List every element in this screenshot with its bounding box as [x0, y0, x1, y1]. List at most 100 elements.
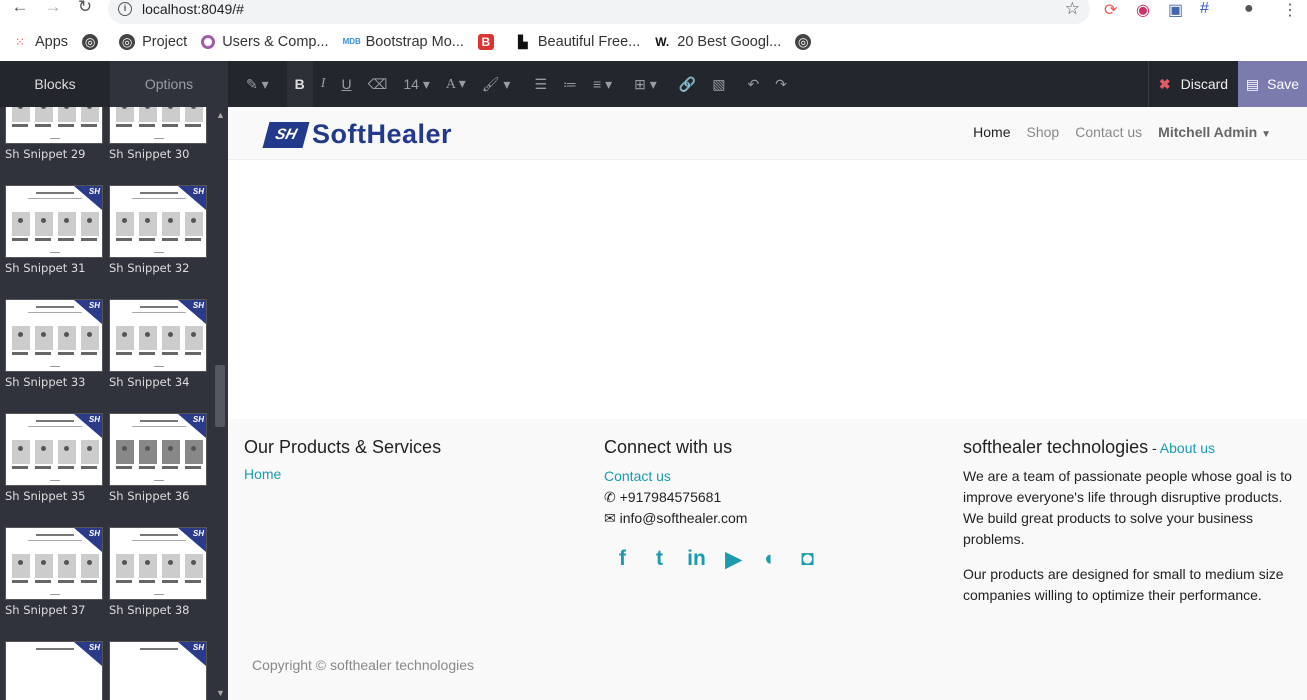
- profile-icon[interactable]: ●: [1244, 0, 1254, 18]
- about-paragraph-2: Our products are designed for small to m…: [963, 566, 1284, 603]
- snippet-item[interactable]: SH Sh Snippet 30: [109, 107, 209, 161]
- bookmark-bootstrap[interactable]: MDB Bootstrap Mo...: [343, 34, 464, 50]
- snippet-thumbnail[interactable]: SH: [5, 413, 103, 486]
- color-picker-icon[interactable]: ◉: [1136, 0, 1150, 20]
- logo-mark: SH: [262, 121, 310, 148]
- snippet-item[interactable]: SH Sh Snippet 31: [5, 185, 105, 275]
- reload-icon[interactable]: ↻: [70, 0, 100, 17]
- scroll-up-icon[interactable]: ▲: [216, 110, 225, 120]
- ordered-list-icon[interactable]: ≔: [563, 76, 577, 93]
- font-size-dropdown[interactable]: 14 ▾: [403, 76, 430, 93]
- font-color-dropdown[interactable]: A ▾: [446, 76, 466, 93]
- back-icon[interactable]: ←: [5, 0, 35, 17]
- bookmark-globe-2[interactable]: ◎: [795, 34, 818, 50]
- globe-icon: ◎: [119, 34, 136, 50]
- address-bar[interactable]: i localhost:8049/# ☆: [108, 0, 1090, 24]
- bold-button[interactable]: B: [286, 61, 313, 107]
- snippet-thumbnail[interactable]: SH: [109, 527, 207, 600]
- unordered-list-icon[interactable]: ☰: [534, 76, 547, 93]
- snippet-item[interactable]: SH: [109, 641, 209, 700]
- snippet-thumbnail[interactable]: SH: [109, 413, 207, 486]
- snippet-item[interactable]: SH Sh Snippet 36: [109, 413, 209, 503]
- snippet-thumbnail[interactable]: SH: [109, 107, 207, 144]
- tab-blocks[interactable]: Blocks: [0, 61, 110, 107]
- caret-down-icon: ▼: [1261, 129, 1271, 140]
- youtube-icon[interactable]: ▶: [715, 547, 752, 573]
- snippet-item[interactable]: SH: [5, 641, 105, 700]
- scroll-down-icon[interactable]: ▼: [216, 688, 225, 698]
- snippet-label: Sh Snippet 31: [5, 261, 86, 275]
- snippet-thumbnail[interactable]: SH: [5, 185, 103, 258]
- snippet-thumbnail[interactable]: SH: [5, 299, 103, 372]
- instagram-icon[interactable]: ◘: [789, 547, 826, 573]
- snippet-thumbnail[interactable]: SH: [5, 641, 103, 700]
- menu-icon[interactable]: ⋮: [1282, 0, 1298, 20]
- w-icon: W.: [655, 35, 670, 49]
- snippet-item[interactable]: SH Sh Snippet 37: [5, 527, 105, 617]
- undo-icon[interactable]: ↶: [747, 76, 759, 93]
- footer-connect: Connect with us Contact us ✆ +9179845756…: [604, 437, 934, 573]
- contact-link[interactable]: Contact us: [604, 468, 671, 484]
- bookmark-project[interactable]: ◎ Project: [119, 34, 187, 50]
- snippet-item[interactable]: SH Sh Snippet 34: [109, 299, 209, 389]
- grid-icon[interactable]: #: [1200, 0, 1209, 18]
- snippet-item[interactable]: SH Sh Snippet 29: [5, 107, 105, 161]
- snippet-item[interactable]: SH Sh Snippet 33: [5, 299, 105, 389]
- tab-options[interactable]: Options: [110, 61, 228, 107]
- bookmark-unsplash[interactable]: ▙ Beautiful Free...: [515, 34, 640, 50]
- globe-icon: ◎: [795, 34, 812, 50]
- browser-toolbar: ← → ↻ i localhost:8049/# ☆ ⟳ ◉ ▣ # ● ⋮: [0, 0, 1307, 24]
- logo-text: SoftHealer: [312, 119, 453, 149]
- discard-button[interactable]: ✖ Discard: [1148, 61, 1238, 107]
- redo-icon[interactable]: ↷: [775, 76, 787, 93]
- phone-number: +917984575681: [619, 489, 722, 505]
- forward-icon[interactable]: →: [38, 0, 68, 17]
- star-icon[interactable]: ☆: [1065, 0, 1080, 19]
- twitter-icon[interactable]: t: [641, 547, 678, 573]
- snippet-item[interactable]: SH Sh Snippet 35: [5, 413, 105, 503]
- snippet-thumbnail[interactable]: SH: [5, 107, 103, 144]
- brush-icon[interactable]: 🖌 ▾: [482, 76, 511, 93]
- snippet-item[interactable]: SH Sh Snippet 38: [109, 527, 209, 617]
- screen-icon[interactable]: ▣: [1168, 0, 1183, 20]
- snippet-label: Sh Snippet 33: [5, 375, 86, 389]
- products-home-link[interactable]: Home: [244, 466, 281, 482]
- italic-button[interactable]: I: [321, 76, 326, 92]
- brand-logo[interactable]: SH SoftHealer: [262, 119, 453, 150]
- bookmark-beautiful[interactable]: B: [477, 34, 501, 50]
- bookmark-google-fonts[interactable]: W. 20 Best Googl...: [654, 34, 781, 50]
- facebook-icon[interactable]: f: [604, 547, 641, 573]
- connect-title: Connect with us: [604, 437, 733, 457]
- bookmark-users[interactable]: Users & Comp...: [201, 34, 329, 50]
- info-icon[interactable]: i: [118, 2, 132, 16]
- snippet-item[interactable]: SH Sh Snippet 32: [109, 185, 209, 275]
- bookmark-globe[interactable]: ◎: [82, 34, 105, 50]
- about-link[interactable]: About us: [1160, 440, 1215, 456]
- magic-wand-icon[interactable]: ✎ ▾: [246, 76, 269, 93]
- url-text: localhost:8049/#: [142, 1, 244, 17]
- github-icon[interactable]: ◐: [752, 547, 789, 573]
- odoo-icon: [201, 35, 216, 49]
- snippet-thumbnail[interactable]: SH: [109, 185, 207, 258]
- save-button[interactable]: ▤ Save: [1238, 61, 1307, 107]
- snippet-thumbnail[interactable]: SH: [109, 299, 207, 372]
- align-dropdown[interactable]: ≡ ▾: [593, 76, 612, 93]
- main-menu: Home Shop Contact us Mitchell Admin ▼: [957, 124, 1271, 140]
- menu-contact[interactable]: Contact us: [1075, 124, 1142, 140]
- eraser-icon[interactable]: ⌫: [368, 76, 388, 93]
- scroll-thumb[interactable]: [215, 365, 225, 427]
- underline-button[interactable]: U: [341, 76, 351, 92]
- snippet-thumbnail[interactable]: SH: [5, 527, 103, 600]
- menu-shop[interactable]: Shop: [1027, 124, 1060, 140]
- panel-scrollbar[interactable]: ▲ ▼: [213, 107, 228, 700]
- snippet-label: Sh Snippet 38: [109, 603, 190, 617]
- menu-home[interactable]: Home: [973, 124, 1010, 140]
- linkedin-icon[interactable]: in: [678, 547, 715, 573]
- link-icon[interactable]: 🔗: [679, 76, 696, 93]
- image-icon[interactable]: ▧: [712, 76, 725, 93]
- extension-icon[interactable]: ⟳: [1104, 0, 1117, 20]
- user-menu[interactable]: Mitchell Admin ▼: [1158, 124, 1271, 140]
- snippet-thumbnail[interactable]: SH: [109, 641, 207, 700]
- bookmark-apps[interactable]: ⁙ Apps: [12, 34, 68, 50]
- table-dropdown[interactable]: ⊞ ▾: [634, 76, 657, 93]
